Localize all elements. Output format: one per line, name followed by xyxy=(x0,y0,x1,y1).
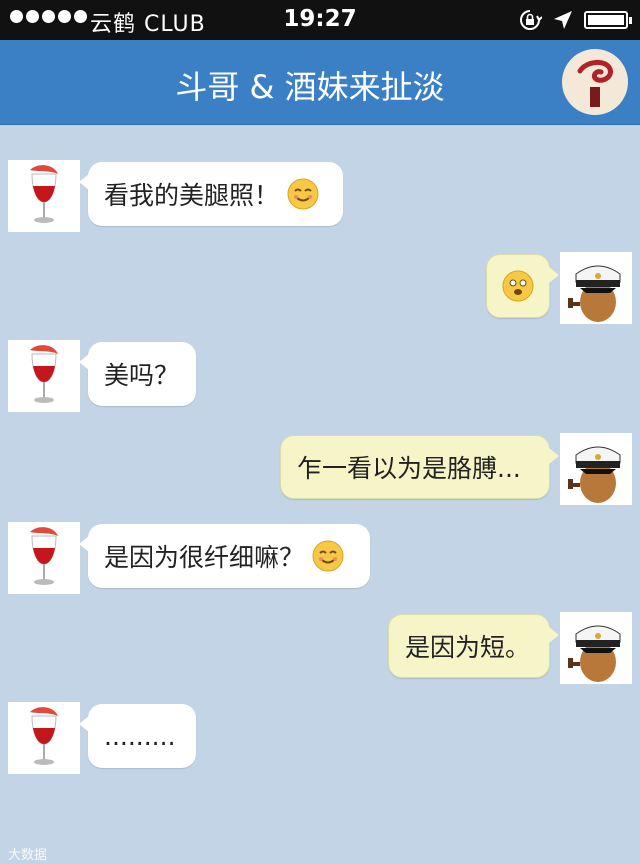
message-bubble[interactable]: 乍一看以为是胳膊... xyxy=(280,435,559,499)
sender-avatar[interactable] xyxy=(8,340,80,412)
message-bubble[interactable]: 是因为短。 xyxy=(388,614,559,678)
message-bubble[interactable]: 是因为很纤细嘛？ xyxy=(79,524,370,588)
sender-avatar[interactable] xyxy=(560,433,632,505)
message-text: 是因为很纤细嘛？ xyxy=(104,543,305,572)
pipe-logo-icon xyxy=(563,50,627,114)
rotation-lock-icon xyxy=(520,10,542,30)
message-text: 是因为短。 xyxy=(405,633,531,662)
watermark: 大数据 xyxy=(8,848,48,863)
message-row: 美吗？ xyxy=(0,340,640,414)
wine-glass-avatar xyxy=(8,702,80,774)
captain-egg-avatar xyxy=(560,612,632,684)
message-bubble[interactable] xyxy=(486,254,559,318)
message-text: ......... xyxy=(104,721,176,751)
message-row: 看我的美腿照！ xyxy=(0,160,640,234)
message-text: 美吗？ xyxy=(104,361,180,390)
sender-avatar[interactable] xyxy=(8,522,80,594)
location-arrow-icon xyxy=(554,11,572,29)
group-avatar-button[interactable] xyxy=(562,49,628,115)
wine-glass-avatar xyxy=(8,160,80,232)
battery-icon xyxy=(584,11,632,29)
message-row xyxy=(0,252,640,326)
status-bar: 云鹤 CLUB 19:27 xyxy=(0,0,640,40)
captain-egg-avatar xyxy=(560,433,632,505)
message-row: ......... xyxy=(0,702,640,776)
smiling-face-icon xyxy=(287,178,319,210)
wine-glass-avatar xyxy=(8,340,80,412)
message-text: 看我的美腿照！ xyxy=(104,181,280,210)
message-bubble[interactable]: ......... xyxy=(79,704,196,768)
sender-avatar[interactable] xyxy=(8,160,80,232)
shocked-face-icon xyxy=(502,270,534,302)
chat-title: 斗哥 & 酒妹来扯淡 xyxy=(175,68,445,106)
message-text: 乍一看以为是胳膊... xyxy=(297,454,521,483)
sender-avatar[interactable] xyxy=(8,702,80,774)
captain-egg-avatar xyxy=(560,252,632,324)
message-row: 是因为短。 xyxy=(0,612,640,686)
message-bubble[interactable]: 看我的美腿照！ xyxy=(79,162,343,226)
wine-glass-avatar xyxy=(8,522,80,594)
sender-avatar[interactable] xyxy=(560,612,632,684)
message-row: 乍一看以为是胳膊... xyxy=(0,433,640,507)
message-bubble[interactable]: 美吗？ xyxy=(79,342,196,406)
chat-header: 斗哥 & 酒妹来扯淡 xyxy=(0,40,640,125)
message-row: 是因为很纤细嘛？ xyxy=(0,522,640,596)
sender-avatar[interactable] xyxy=(560,252,632,324)
smiling-face-icon xyxy=(312,540,344,572)
